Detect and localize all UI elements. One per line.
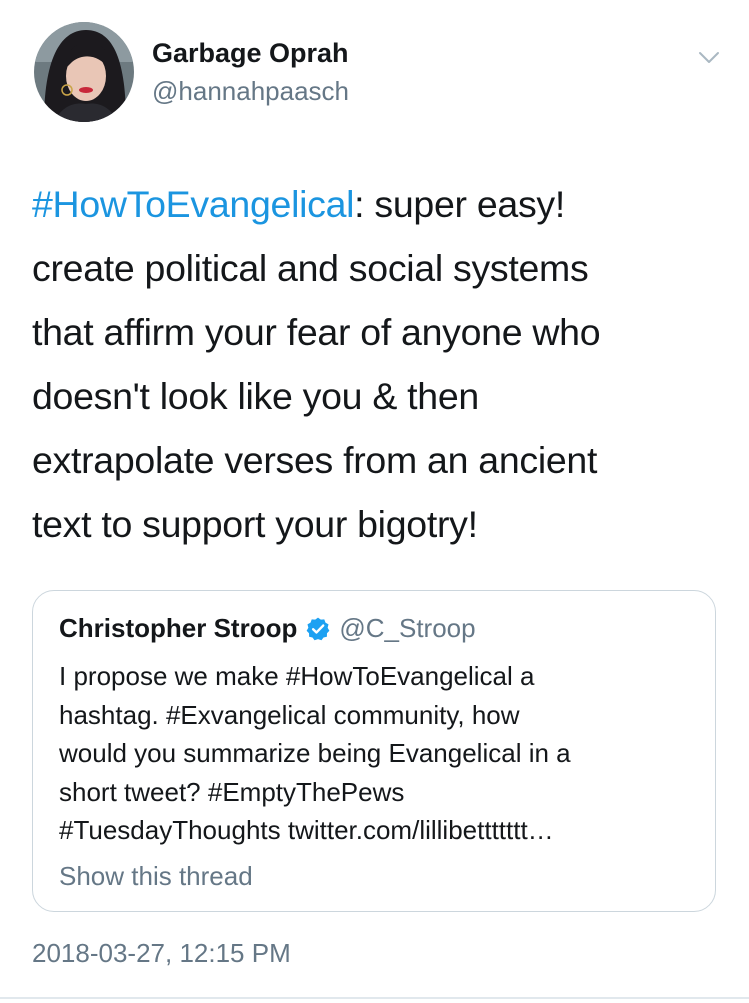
tweet-line: doesn't look like you & then xyxy=(32,375,479,417)
quoted-line: I propose we make #HowToEvangelical a xyxy=(59,661,535,691)
tweet-line: text to support your bigotry! xyxy=(32,503,478,545)
quoted-author-name: Christopher Stroop xyxy=(59,613,298,643)
tweet-line: extrapolate verses from an ancient xyxy=(32,439,598,481)
quoted-line: short tweet? #EmptyThePews xyxy=(59,776,405,807)
verified-badge-icon xyxy=(305,616,331,642)
quoted-line: #TuesdayThoughts twitter.com/lillibetttt… xyxy=(59,815,554,845)
quoted-author-handle: @C_Stroop xyxy=(339,613,476,643)
tweet-line: create political and social systems xyxy=(32,247,589,289)
tweet-text: #HowToEvangelical: super easy! create po… xyxy=(32,172,722,556)
quoted-tweet-text: I propose we make #HowToEvangelical a ha… xyxy=(59,657,699,850)
quoted-tweet-header: Christopher Stroop @C_Stroop xyxy=(59,613,476,644)
tweet-timestamp[interactable]: 2018-03-27, 12:15 PM xyxy=(32,938,291,969)
quoted-line: hashtag. #Exvangelical community, how xyxy=(59,699,520,730)
show-thread-link[interactable]: Show this thread xyxy=(59,861,253,892)
tweet-line: #HowToEvangelical: super easy! xyxy=(32,183,565,225)
chevron-down-icon[interactable] xyxy=(696,44,722,70)
quoted-tweet-card[interactable]: Christopher Stroop @C_Stroop I propose w… xyxy=(32,590,716,912)
author-name[interactable]: Garbage Oprah xyxy=(152,38,349,69)
quoted-line: would you summarize being Evangelical in… xyxy=(59,738,571,768)
tweet-line: that affirm your fear of anyone who xyxy=(32,311,601,353)
hashtag-link[interactable]: #HowToEvangelical xyxy=(32,183,354,225)
author-handle[interactable]: @hannahpaasch xyxy=(152,76,349,107)
profile-photo xyxy=(34,22,134,122)
avatar[interactable] xyxy=(34,22,134,122)
divider xyxy=(0,997,749,999)
